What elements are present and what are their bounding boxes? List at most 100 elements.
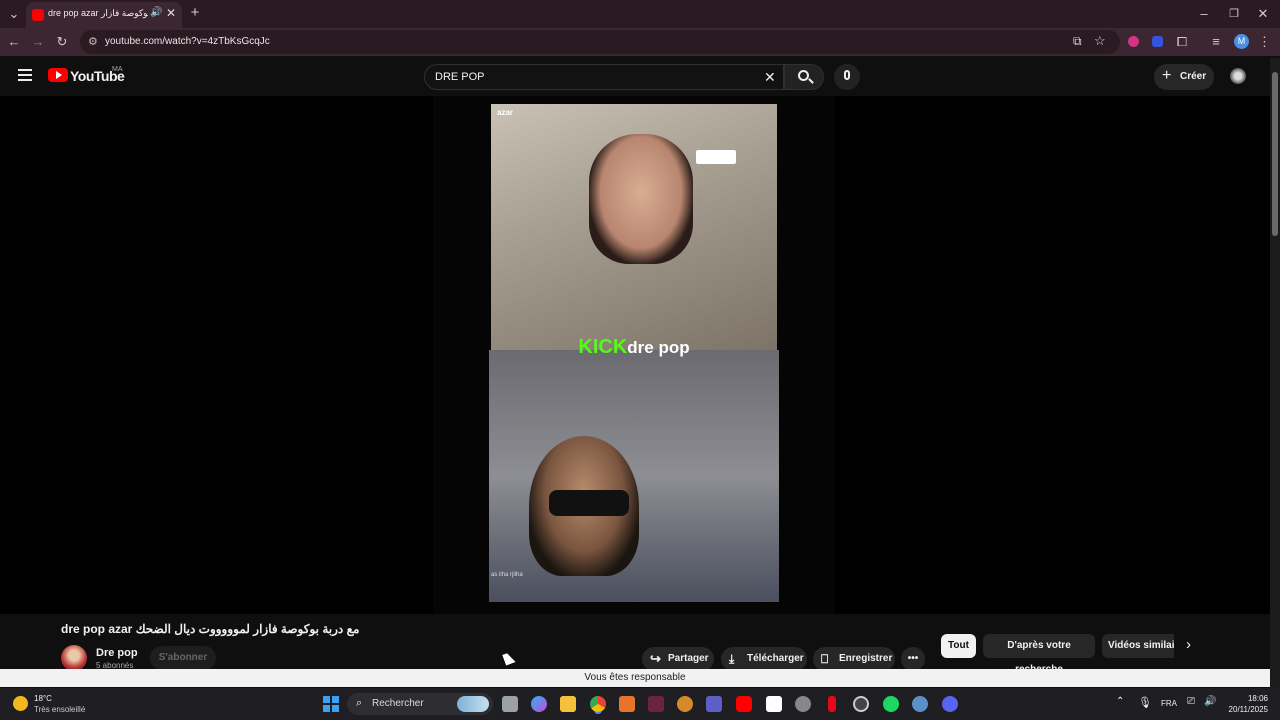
person-face-image: [589, 134, 693, 264]
browser-menu-icon[interactable]: ⋮: [1258, 34, 1271, 50]
settings-gear-icon[interactable]: [912, 696, 928, 712]
app-shield-icon[interactable]: [677, 696, 693, 712]
clear-search-icon[interactable]: ✕: [764, 69, 776, 86]
mouse-cursor-icon: [502, 651, 516, 666]
spotify-icon[interactable]: [883, 696, 899, 712]
task-view-icon[interactable]: [502, 696, 518, 712]
speaker-icon[interactable]: 🔊: [150, 7, 162, 18]
menu-hamburger-icon[interactable]: [18, 69, 32, 81]
media-controls-icon[interactable]: ≡: [1209, 34, 1223, 50]
extension-blue-icon[interactable]: [1152, 36, 1163, 47]
chip-similar-videos[interactable]: Vidéos similaire: [1102, 634, 1174, 658]
reload-icon[interactable]: ↻: [54, 34, 70, 50]
minimize-icon[interactable]: –: [1198, 6, 1210, 22]
site-info-icon[interactable]: ⚙: [88, 35, 98, 48]
account-avatar[interactable]: [1230, 68, 1246, 84]
back-icon[interactable]: ←: [6, 34, 22, 50]
restore-icon[interactable]: ❐: [1228, 6, 1240, 22]
app-gray-icon[interactable]: [795, 696, 811, 712]
channel-name[interactable]: Dre pop: [96, 647, 138, 659]
voice-search-button[interactable]: [834, 64, 860, 90]
volume-icon[interactable]: 🔊: [1204, 696, 1216, 707]
clock-date[interactable]: 20/11/2025: [1218, 705, 1268, 714]
kick-logo-text: KICK: [578, 336, 628, 358]
video-watermark: azar: [497, 108, 514, 117]
tab-list-icon[interactable]: ⌄: [6, 6, 22, 22]
video-title: dre pop azar مع دربة بوكوصة فازار لموووو…: [61, 622, 360, 636]
url-field[interactable]: ⚙ youtube.com/watch?v=4zTbKsGcqJc ⧉ ☆: [80, 30, 1120, 54]
close-tab-icon[interactable]: ✕: [166, 6, 176, 20]
new-tab-icon[interactable]: +: [188, 5, 202, 21]
channel-avatar[interactable]: [61, 645, 87, 671]
search-icon: ⌕: [356, 697, 363, 709]
teams-icon[interactable]: [706, 696, 722, 712]
profile-avatar[interactable]: M: [1234, 34, 1249, 49]
browser-tab[interactable]: dre pop azar مع دربة بوكوصة فازار... 🔊 ✕: [26, 2, 182, 28]
plus-icon: +: [1162, 67, 1172, 84]
file-explorer-icon[interactable]: [560, 696, 576, 712]
windows-taskbar: 18°C Très ensoleillé ⌕ Rechercher ⌃ 🎙 FR…: [0, 688, 1280, 720]
tab-title: dre pop azar مع دربة بوكوصة فازار...: [48, 8, 148, 18]
install-app-icon[interactable]: ⧉: [1073, 34, 1082, 49]
window-close-icon[interactable]: ✕: [1257, 6, 1269, 22]
search-query: DRE POP: [435, 71, 485, 83]
streamer-name-overlay: dre pop: [627, 338, 690, 357]
download-icon: ⤓: [729, 652, 735, 666]
download-label: Télécharger: [747, 653, 804, 664]
page-scrollbar[interactable]: [1270, 58, 1280, 688]
search-input[interactable]: DRE POP ✕: [424, 64, 784, 90]
share-button[interactable]: ↪ Partager: [642, 647, 714, 671]
notification-bar: Vous êtes responsable: [0, 669, 1270, 687]
extension-shield-icon[interactable]: [1128, 36, 1139, 47]
subscribe-button[interactable]: S'abonner: [150, 646, 216, 670]
taskbar-search-placeholder: Rechercher: [372, 698, 424, 709]
video-overlay-text: KICKdre pop: [489, 336, 779, 359]
share-icon: ↪: [650, 651, 661, 666]
bookmark-star-icon[interactable]: ☆: [1094, 33, 1106, 49]
app-purple-icon[interactable]: [648, 696, 664, 712]
search-button[interactable]: [784, 64, 824, 90]
youtube-header: YouTube MA DRE POP ✕ + Créer: [0, 58, 1270, 96]
weather-temp[interactable]: 18°C: [34, 694, 52, 703]
save-label: Enregistrer: [839, 653, 893, 664]
app-orange-icon[interactable]: [619, 696, 635, 712]
video-sticker: [696, 150, 736, 164]
netflix-icon[interactable]: [828, 696, 836, 712]
create-label: Créer: [1180, 71, 1207, 82]
network-icon[interactable]: ⎚: [1187, 696, 1195, 707]
clock-time[interactable]: 18:06: [1226, 694, 1268, 703]
chip-all[interactable]: Tout: [941, 634, 976, 658]
search-highlight-image: [457, 696, 489, 712]
download-button[interactable]: ⤓ Télécharger: [721, 647, 807, 671]
extensions-puzzle-icon[interactable]: ⧠: [1175, 34, 1189, 50]
more-actions-button[interactable]: •••: [901, 647, 925, 671]
youtube-app-icon[interactable]: [736, 696, 752, 712]
weather-desc[interactable]: Très ensoleillé: [34, 705, 85, 714]
more-icon: •••: [907, 653, 919, 664]
create-button[interactable]: + Créer: [1154, 64, 1214, 90]
url-text: youtube.com/watch?v=4zTbKsGcqJc: [105, 36, 270, 47]
tray-chevron-up-icon[interactable]: ⌃: [1116, 696, 1124, 707]
scrollbar-thumb[interactable]: [1272, 72, 1278, 236]
forward-icon[interactable]: →: [30, 34, 46, 50]
save-button[interactable]: ⎕ Enregistrer: [813, 647, 895, 671]
share-label: Partager: [668, 653, 709, 664]
youtube-favicon-icon: [32, 9, 44, 21]
microphone-icon: [844, 70, 850, 80]
chip-based-on-search[interactable]: D'après votre recherche: [983, 634, 1095, 675]
youtube-logo-icon[interactable]: [48, 68, 68, 82]
fn-app-icon[interactable]: [766, 696, 782, 712]
taskbar-search[interactable]: ⌕ Rechercher: [347, 693, 493, 715]
app-ring-icon[interactable]: [853, 696, 869, 712]
browser-tab-bar: ⌄ dre pop azar مع دربة بوكوصة فازار... 🔊…: [0, 0, 1280, 28]
sunglasses-shape: [549, 490, 629, 516]
language-indicator[interactable]: FRA: [1161, 699, 1177, 708]
chrome-icon[interactable]: [590, 696, 606, 712]
copilot-icon[interactable]: [531, 696, 547, 712]
discord-icon[interactable]: [942, 696, 958, 712]
chips-next-icon[interactable]: ›: [1186, 636, 1191, 653]
windows-start-icon[interactable]: [323, 696, 339, 712]
microphone-tray-icon[interactable]: 🎙: [1138, 696, 1152, 709]
video-subtitle: as liha rjliha: [491, 572, 523, 578]
weather-sun-icon[interactable]: [13, 696, 28, 711]
